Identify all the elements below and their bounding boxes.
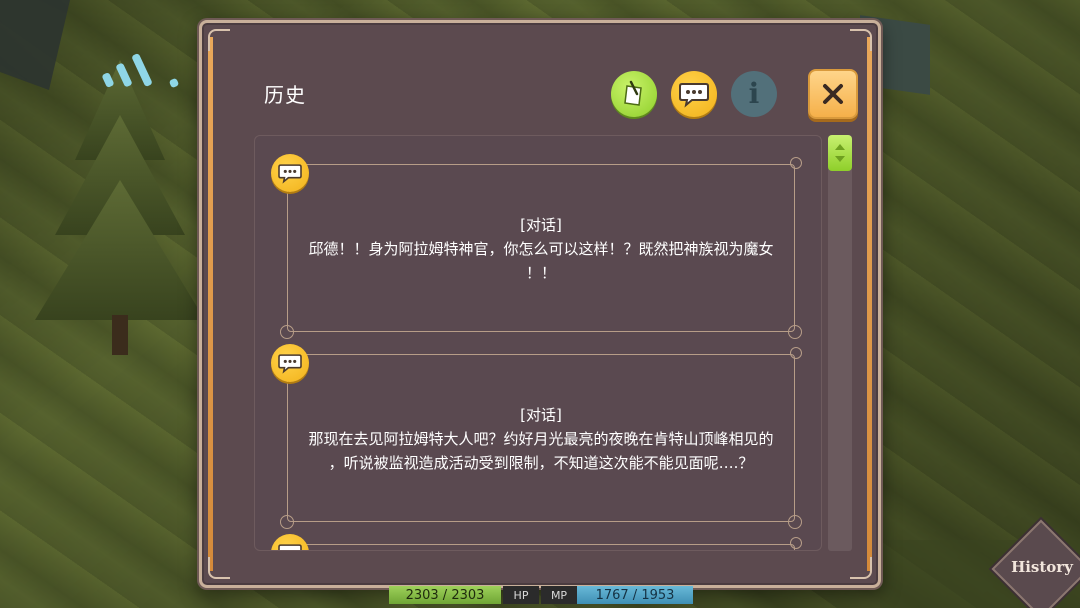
- panel-corner-ornament: [208, 557, 230, 579]
- close-button[interactable]: [808, 69, 858, 119]
- hp-label: HP: [503, 586, 539, 604]
- panel-corner-ornament: [208, 29, 230, 51]
- speech-bubble-icon: [271, 534, 309, 550]
- speech-bubble-icon: [271, 154, 309, 192]
- scrollbar-track[interactable]: [828, 135, 852, 551]
- mp-bar: 1767 / 1953: [577, 586, 693, 604]
- history-button-label: History: [1011, 558, 1073, 576]
- entry-tag: [对话]: [520, 406, 562, 424]
- entry-tag: [对话]: [520, 216, 562, 234]
- scroll-arrows-icon: [835, 144, 845, 162]
- scrollbar-thumb[interactable]: [828, 135, 852, 171]
- entry-text: [对话] 那现在去见阿拉姆特大人吧？约好月光最亮的夜晚在肯特山顶峰相见的 ，听说…: [291, 403, 791, 475]
- panel-title: 历史: [264, 83, 306, 107]
- close-icon: [823, 84, 843, 104]
- history-entry: [对话] 邱德！！身为阿拉姆特神官，你怎么可以这样！？既然把神族视为魔女 ！！: [255, 136, 821, 339]
- speech-bubble-icon: [271, 344, 309, 382]
- mp-label: MP: [541, 586, 577, 604]
- history-log-list[interactable]: [对话] 邱德！！身为阿拉姆特神官，你怎么可以这样！？既然把神族视为魔女 ！！ …: [254, 135, 822, 551]
- panel-border-left: [208, 37, 213, 571]
- entry-line: ，听说被监视造成活动受到限制，不知道这次能不能见面呢….？: [328, 454, 754, 472]
- entry-line: 邱德！！身为阿拉姆特神官，你怎么可以这样！？既然把神族视为魔女: [308, 240, 774, 258]
- speech-bubble-icon: [679, 83, 709, 108]
- history-entry: [对话] 那现在去见阿拉姆特大人吧？约好月光最亮的夜晚在肯特山顶峰相见的 ，听说…: [255, 326, 821, 529]
- entry-frame: [287, 537, 802, 550]
- filter-log-button[interactable]: [611, 71, 657, 117]
- entry-line: ！！: [525, 264, 556, 282]
- connection-signal-icon: [100, 42, 190, 89]
- entry-text: [对话] 邱德！！身为阿拉姆特神官，你怎么可以这样！？既然把神族视为魔女 ！！: [291, 213, 791, 285]
- info-icon: i: [748, 77, 760, 110]
- panel-corner-ornament: [850, 29, 872, 51]
- history-entry: [255, 516, 821, 550]
- filter-info-button[interactable]: i: [731, 71, 777, 117]
- filter-dialog-button[interactable]: [671, 71, 717, 117]
- entry-line: 那现在去见阿拉姆特大人吧？约好月光最亮的夜晚在肯特山顶峰相见的: [308, 430, 774, 448]
- history-panel: 历史 i [对话] 邱德！！身为阿拉姆特神官，你怎么可以这样！？既然把神族视为魔…: [199, 20, 881, 588]
- background-tree: [30, 60, 210, 360]
- panel-corner-ornament: [850, 557, 872, 579]
- panel-border-right: [867, 37, 872, 571]
- log-note-icon: [624, 80, 642, 106]
- hp-bar: 2303 / 2303: [389, 586, 501, 604]
